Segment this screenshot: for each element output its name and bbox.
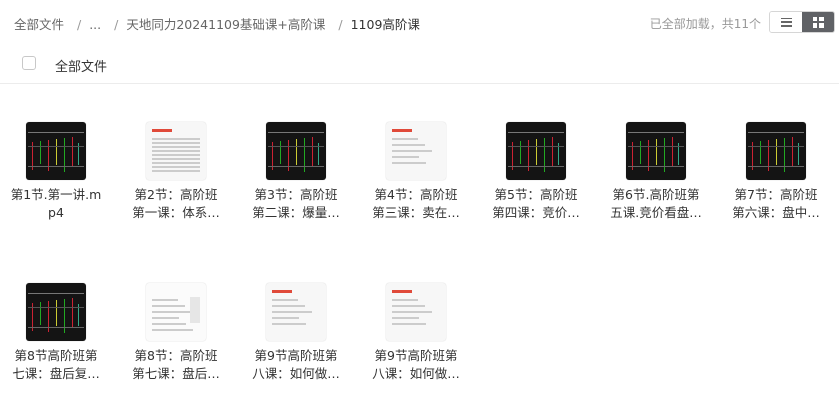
file-thumbnail: [386, 283, 446, 341]
file-item[interactable]: 第2节：高阶班 第一课：体系…: [121, 84, 231, 234]
file-name: 第8节：高阶班 第七课：盘后…: [121, 347, 231, 383]
load-status: 已全部加载，共11个: [649, 17, 761, 31]
breadcrumb-parent-folder[interactable]: 天地同力20241109基础课+高阶课: [126, 14, 325, 33]
file-name: 第2节：高阶班 第一课：体系…: [121, 186, 231, 222]
file-name-line: 八课：如何做…: [372, 366, 460, 381]
file-item[interactable]: 第3节：高阶班 第二课：爆量…: [241, 84, 351, 234]
file-name-line: 第5节：高阶班: [494, 187, 578, 202]
file-name-line: 第7节：高阶班: [734, 187, 818, 202]
file-name-line: 第3节：高阶班: [254, 187, 338, 202]
file-thumbnail: [746, 122, 806, 180]
grid-icon: [812, 16, 824, 28]
file-thumbnail: [26, 283, 86, 341]
breadcrumb: 全部文件 / ... / 天地同力20241109基础课+高阶课 / 1109高…: [14, 14, 420, 33]
file-thumbnail: [146, 122, 206, 180]
file-name-line: 第四课：竞价…: [492, 205, 580, 220]
file-name-line: 第8节高阶班第: [14, 348, 98, 363]
breadcrumb-ellipsis[interactable]: ...: [89, 17, 101, 32]
file-item[interactable]: 第4节：高阶班 第三课：卖在…: [361, 84, 471, 234]
file-name-line: 第6节.高阶班第: [612, 187, 700, 202]
file-name: 第7节：高阶班 第六课：盘中…: [721, 186, 831, 222]
file-thumbnail: [626, 122, 686, 180]
file-item[interactable]: 第8节高阶班第 七课：盘后复…: [1, 245, 111, 395]
breadcrumb-separator: /: [77, 17, 82, 32]
file-item[interactable]: 第9节高阶班第 八课：如何做…: [241, 245, 351, 395]
file-name: 第8节高阶班第 七课：盘后复…: [1, 347, 111, 383]
file-item[interactable]: 第8节：高阶班 第七课：盘后…: [121, 245, 231, 395]
file-name-line: 第一课：体系…: [132, 205, 220, 220]
file-item[interactable]: 第5节：高阶班 第四课：竞价…: [481, 84, 591, 234]
file-name-line: p4: [48, 205, 64, 220]
list-icon: [780, 17, 792, 27]
file-item[interactable]: 第1节.第一讲.m p4: [1, 84, 111, 234]
file-name-line: 第9节高阶班第: [254, 348, 338, 363]
file-name-line: 五课.竞价看盘…: [610, 205, 702, 220]
file-name-line: 第三课：卖在…: [372, 205, 460, 220]
file-thumbnail: [146, 283, 206, 341]
file-thumbnail: [506, 122, 566, 180]
file-name-line: 第二课：爆量…: [252, 205, 340, 220]
breadcrumb-separator: /: [114, 17, 119, 32]
file-name: 第9节高阶班第 八课：如何做…: [241, 347, 351, 383]
file-item[interactable]: 第6节.高阶班第 五课.竞价看盘…: [601, 84, 711, 234]
file-name: 第9节高阶班第 八课：如何做…: [361, 347, 471, 383]
breadcrumb-separator: /: [338, 17, 343, 32]
file-name-line: 第9节高阶班第: [374, 348, 458, 363]
select-all-label: 全部文件: [55, 60, 108, 75]
file-item[interactable]: 第9节高阶班第 八课：如何做…: [361, 245, 471, 395]
file-name: 第3节：高阶班 第二课：爆量…: [241, 186, 351, 222]
file-item[interactable]: 第7节：高阶班 第六课：盘中…: [721, 84, 831, 234]
file-name: 第4节：高阶班 第三课：卖在…: [361, 186, 471, 222]
file-name-line: 第8节：高阶班: [134, 348, 218, 363]
list-view-button[interactable]: [770, 12, 802, 32]
file-name-line: 第1节.第一讲.m: [10, 187, 102, 202]
file-name-line: 八课：如何做…: [252, 366, 340, 381]
view-toggle: [769, 11, 835, 33]
file-name: 第6节.高阶班第 五课.竞价看盘…: [601, 186, 711, 222]
file-thumbnail: [386, 122, 446, 180]
breadcrumb-all-files[interactable]: 全部文件: [14, 14, 64, 33]
select-all-bar: 全部文件: [0, 44, 839, 84]
file-name-line: 第六课：盘中…: [732, 205, 820, 220]
file-name: 第1节.第一讲.m p4: [1, 186, 111, 222]
select-all-checkbox[interactable]: [22, 56, 36, 70]
top-bar: 全部文件 / ... / 天地同力20241109基础课+高阶课 / 1109高…: [0, 0, 839, 44]
grid-view-button[interactable]: [802, 12, 834, 32]
breadcrumb-current-folder: 1109高阶课: [350, 17, 420, 32]
file-thumbnail: [266, 122, 326, 180]
file-name-line: 第4节：高阶班: [374, 187, 458, 202]
file-thumbnail: [26, 122, 86, 180]
file-name-line: 第七课：盘后…: [132, 366, 220, 381]
file-name: 第5节：高阶班 第四课：竞价…: [481, 186, 591, 222]
file-thumbnail: [266, 283, 326, 341]
file-name-line: 七课：盘后复…: [12, 366, 100, 381]
file-name-line: 第2节：高阶班: [134, 187, 218, 202]
